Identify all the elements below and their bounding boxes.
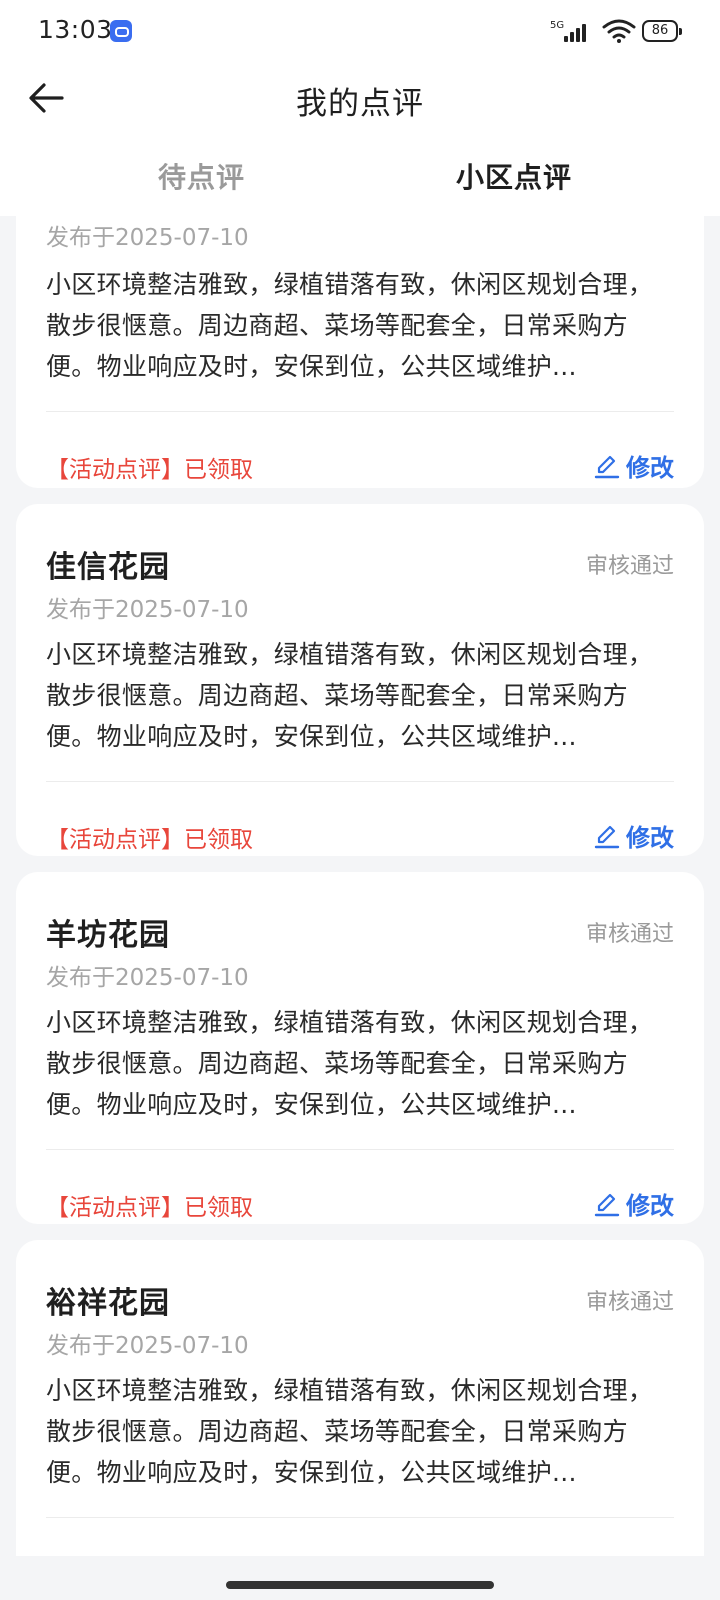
tab-pending-review[interactable]: 待点评	[158, 156, 245, 196]
review-date: 发布于2025-07-10	[46, 597, 249, 623]
status-time: 13:03	[38, 15, 113, 44]
tab-community-review[interactable]: 小区点评	[456, 156, 572, 196]
home-indicator[interactable]	[226, 1581, 494, 1589]
review-card: 裕祥花园 审核通过 发布于2025-07-10 小区环境整洁雅致，绿植错落有致，…	[16, 1240, 704, 1556]
status-badge: 审核通过	[585, 1290, 674, 1315]
edit-button[interactable]: 修改	[594, 818, 674, 853]
divider	[46, 1149, 674, 1150]
activity-badge: 【活动点评】已领取	[46, 457, 253, 483]
divider	[46, 781, 674, 782]
wifi-icon	[602, 19, 636, 43]
community-name: 羊坊花园	[46, 918, 170, 953]
review-card: 发布于2025-07-10 小区环境整洁雅致，绿植错落有致，休闲区规划合理，散步…	[16, 216, 704, 488]
battery-icon: 86	[642, 20, 682, 42]
edit-button[interactable]: 修改	[594, 448, 674, 483]
edit-label: 修改	[626, 824, 674, 852]
app-notification-icon	[110, 20, 132, 42]
status-badge: 审核通过	[585, 554, 674, 579]
edit-label: 修改	[626, 1192, 674, 1220]
community-name: 裕祥花园	[46, 1286, 170, 1321]
header: 我的点评 待点评 小区点评	[0, 64, 720, 216]
community-name: 佳信花园	[46, 550, 170, 585]
review-card: 羊坊花园 审核通过 发布于2025-07-10 小区环境整洁雅致，绿植错落有致，…	[16, 872, 704, 1224]
review-card: 佳信花园 审核通过 发布于2025-07-10 小区环境整洁雅致，绿植错落有致，…	[16, 504, 704, 856]
signal-icon	[562, 22, 592, 42]
edit-pen-icon	[594, 825, 620, 848]
review-text: 小区环境整洁雅致，绿植错落有致，休闲区规划合理，散步很惬意。周边商超、菜场等配套…	[46, 1008, 654, 1119]
review-date: 发布于2025-07-10	[46, 225, 249, 251]
activity-badge: 【活动点评】已领取	[46, 827, 253, 853]
review-text: 小区环境整洁雅致，绿植错落有致，休闲区规划合理，散步很惬意。周边商超、菜场等配套…	[46, 640, 654, 751]
review-list[interactable]: 发布于2025-07-10 小区环境整洁雅致，绿植错落有致，休闲区规划合理，散步…	[0, 216, 720, 1556]
status-badge: 审核通过	[585, 922, 674, 947]
divider	[46, 411, 674, 412]
review-date: 发布于2025-07-10	[46, 965, 249, 991]
edit-pen-icon	[594, 1193, 620, 1216]
activity-badge: 【活动点评】已领取	[46, 1195, 253, 1221]
divider	[46, 1517, 674, 1518]
edit-pen-icon	[594, 455, 620, 478]
status-bar: 13:03 5G 86	[0, 0, 720, 64]
review-text: 小区环境整洁雅致，绿植错落有致，休闲区规划合理，散步很惬意。周边商超、菜场等配套…	[46, 1376, 654, 1487]
review-date: 发布于2025-07-10	[46, 1333, 249, 1359]
edit-button[interactable]: 修改	[594, 1186, 674, 1221]
edit-label: 修改	[626, 454, 674, 482]
review-text: 小区环境整洁雅致，绿植错落有致，休闲区规划合理，散步很惬意。周边商超、菜场等配套…	[46, 270, 654, 381]
page-title: 我的点评	[296, 86, 424, 122]
